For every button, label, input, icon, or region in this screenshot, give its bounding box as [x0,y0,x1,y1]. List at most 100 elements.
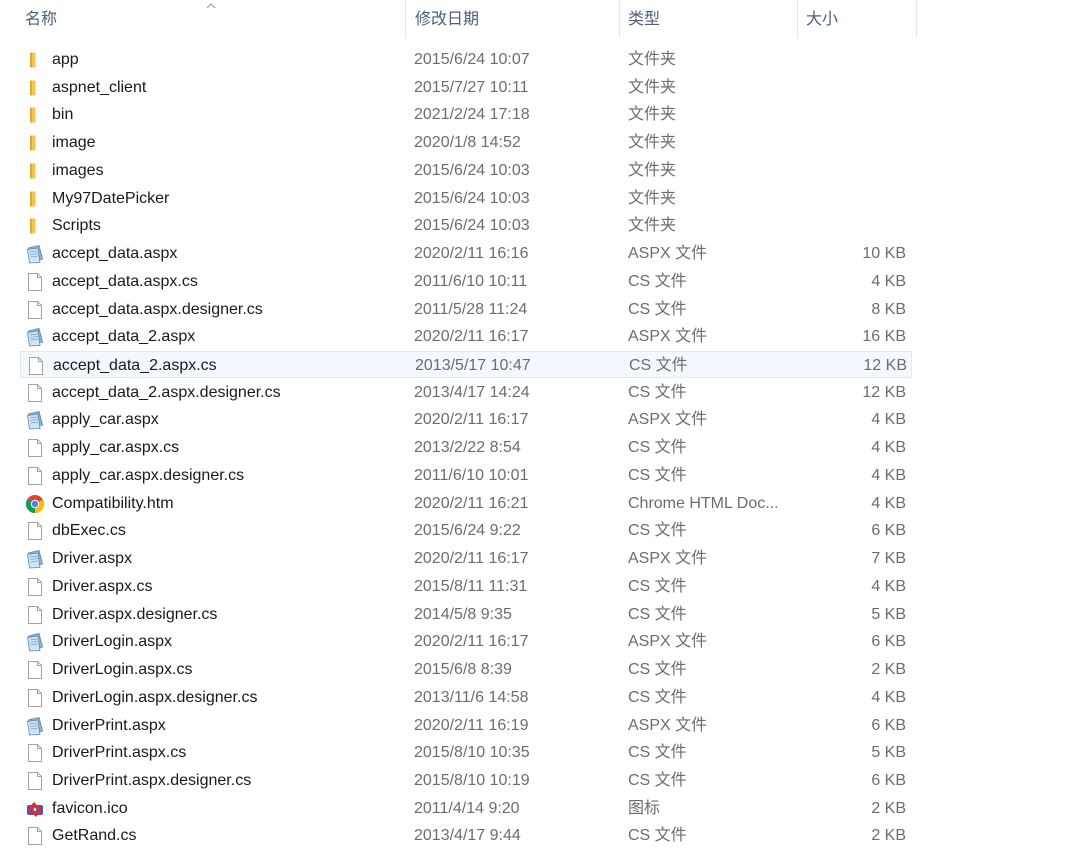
file-row[interactable]: apply_car.aspx 2020/2/11 16:17 ASPX 文件 4 KB [20,406,912,433]
column-header-size[interactable]: 大小 [798,0,916,40]
file-name: My97DatePicker [52,189,170,207]
file-size [810,101,906,128]
file-modified-date: 2015/8/11 11:31 [414,577,528,595]
file-row[interactable]: Scripts 2015/6/24 10:03 文件夹 [20,212,912,239]
file-row[interactable]: app 2015/6/24 10:07 文件夹 [20,46,912,73]
file-row[interactable]: DriverLogin.aspx.designer.cs 2013/11/6 14… [20,684,912,711]
file-name: image [52,134,96,152]
file-name: DriverPrint.aspx.cs [52,744,187,762]
file-size [810,185,906,212]
file-size [810,46,906,73]
file-row[interactable]: DriverPrint.aspx 2020/2/11 16:19 ASPX 文件 6 … [20,712,912,739]
file-row[interactable]: accept_data.aspx.cs 2011/6/10 10:11 CS 文件 4… [20,268,912,295]
column-header-type[interactable]: 类型 [620,0,796,40]
file-row[interactable]: accept_data_2.aspx 2020/2/11 16:17 ASPX 文件… [20,323,912,350]
file-size: 12 KB [863,357,907,375]
file-size: 12 KB [862,383,906,401]
file-name: aspnet_client [52,78,147,96]
file-type: CS 文件 [628,661,687,679]
column-header-size-label: 大小 [806,11,839,28]
file-modified-date: 2015/6/24 9:22 [414,522,521,540]
file-name: app [52,51,79,68]
file-row[interactable]: aspnet_client 2015/7/27 10:11 文件夹 [20,74,912,101]
file-row[interactable]: DriverPrint.aspx.designer.cs 2015/8/10 10… [20,767,912,794]
file-type: CS 文件 [628,383,687,401]
file-type: 文件夹 [628,78,677,96]
file-type: ASPX 文件 [628,411,708,429]
file-size: 6 KB [871,716,906,734]
chrome-icon [25,494,45,514]
file-name: dbExec.cs [52,522,126,540]
aspx-file-icon [25,327,45,347]
file-size: 10 KB [862,245,906,263]
file-row[interactable]: apply_car.aspx.designer.cs 2011/6/10 10:0… [20,462,912,489]
blank-file-icon [26,356,46,376]
file-size: 2 KB [871,799,906,817]
blank-file-icon [25,826,45,846]
blank-file-icon [25,605,45,625]
folder-icon [25,78,45,98]
blank-file-icon [25,300,45,320]
file-row[interactable]: Driver.aspx.designer.cs 2014/5/8 9:35 CS 文… [20,601,912,628]
file-row[interactable]: accept_data.aspx.designer.cs 2011/5/28 11… [20,296,912,323]
file-modified-date: 2021/2/24 17:18 [414,106,530,124]
file-row[interactable]: accept_data_2.aspx.cs 2013/5/17 10:47 CS 文… [20,351,912,379]
file-name: Compatibility.htm [52,494,174,512]
file-row[interactable]: accept_data.aspx 2020/2/11 16:16 ASPX 文件 10… [20,240,912,267]
file-row[interactable]: favicon.ico 2011/4/14 9:20 图标 2 KB [20,795,912,822]
file-size: 2 KB [871,827,906,845]
file-name: accept_data.aspx.cs [52,272,198,290]
file-size: 8 KB [871,300,906,318]
file-type: 文件夹 [628,134,677,152]
file-row[interactable]: DriverLogin.aspx.cs 2015/6/8 8:39 CS 文件 2 K… [20,656,912,683]
blank-file-icon [25,577,45,597]
file-name: DriverPrint.aspx [52,716,166,734]
file-row[interactable]: DriverLogin.aspx 2020/2/11 16:17 ASPX 文件 6 … [20,628,912,655]
file-row[interactable]: Compatibility.htm 2020/2/11 16:21 Chrome H… [20,490,912,517]
file-row[interactable]: accept_data_2.aspx.designer.cs 2013/4/17 … [20,379,912,406]
file-name: accept_data.aspx [52,245,178,263]
file-name: GetRand.cs [52,827,137,845]
file-type: 文件夹 [628,161,677,179]
column-header-date[interactable]: 修改日期 [407,0,617,40]
file-name: accept_data_2.aspx [52,328,196,346]
file-modified-date: 2011/6/10 10:01 [414,466,529,484]
file-modified-date: 2015/6/24 10:03 [414,161,530,179]
file-modified-date: 2020/1/8 14:52 [414,134,521,152]
file-row[interactable]: DriverPrint.aspx.cs 2015/8/10 10:35 CS 文件 5… [20,739,912,766]
file-row[interactable]: images 2015/6/24 10:03 文件夹 [20,157,912,184]
file-row[interactable]: apply_car.aspx.cs 2013/2/22 8:54 CS 文件 4 KB [20,434,912,461]
file-name: DriverLogin.aspx [52,633,173,651]
folder-icon [25,216,45,236]
column-divider[interactable] [405,0,406,38]
blank-file-icon [25,438,45,458]
file-row[interactable]: GetRand.cs 2013/4/17 9:44 CS 文件 2 KB [20,822,912,849]
blank-file-icon [25,272,45,292]
blank-file-icon [25,383,45,403]
file-size: 4 KB [871,466,906,484]
aspx-file-icon [25,410,45,430]
file-name: Scripts [52,217,101,235]
file-modified-date: 2020/2/11 16:17 [414,328,529,346]
file-modified-date: 2013/4/17 9:44 [414,827,521,845]
file-row[interactable]: My97DatePicker 2015/6/24 10:03 文件夹 [20,185,912,212]
column-divider[interactable] [916,0,917,38]
folder-icon [25,50,45,70]
file-size: 6 KB [871,522,906,540]
file-row[interactable]: image 2020/1/8 14:52 文件夹 [20,129,912,156]
file-row[interactable]: Driver.aspx 2020/2/11 16:17 ASPX 文件 7 KB [20,545,912,572]
file-modified-date: 2015/8/10 10:19 [414,771,530,789]
sort-ascending-icon [206,3,216,9]
file-size [810,212,906,239]
file-type: CS 文件 [628,577,687,595]
file-size: 5 KB [871,744,906,762]
file-row[interactable]: bin 2021/2/24 17:18 文件夹 [20,101,912,128]
file-row[interactable]: dbExec.cs 2015/6/24 9:22 CS 文件 6 KB [20,517,912,544]
file-modified-date: 2011/4/14 9:20 [414,799,520,817]
file-name: favicon.ico [52,799,128,817]
file-row[interactable]: Driver.aspx.cs 2015/8/11 11:31 CS 文件 4 KB [20,573,912,600]
file-modified-date: 2015/6/24 10:03 [414,189,530,207]
file-size: 4 KB [871,494,906,512]
file-name: accept_data_2.aspx.designer.cs [52,383,281,401]
blank-file-icon [25,688,45,708]
